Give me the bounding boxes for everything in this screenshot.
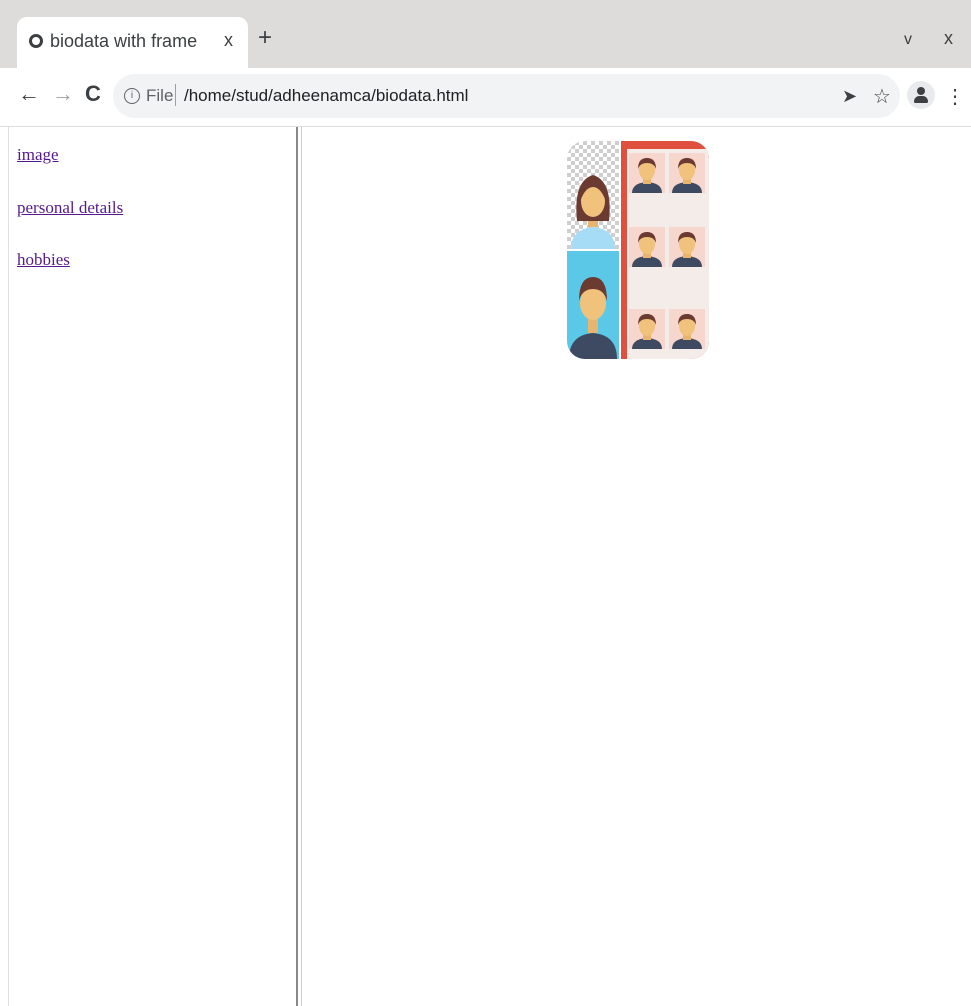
tab-title: biodata with frame	[50, 31, 198, 51]
tab-search-button[interactable]: v	[904, 31, 912, 49]
menu-kebab-icon[interactable]: ⋮	[945, 84, 965, 109]
send-icon[interactable]: ➤	[842, 86, 857, 107]
back-arrow-icon[interactable]: ←	[18, 81, 40, 107]
file-label: File	[146, 86, 174, 105]
reload-icon[interactable]: C	[85, 81, 101, 107]
link-image[interactable]: image	[17, 145, 59, 165]
left-frame: image personal details hobbies	[8, 127, 297, 1006]
new-tab-button[interactable]: +	[258, 26, 272, 50]
bookmark-star-icon[interactable]: ☆	[873, 84, 891, 109]
browser-tab[interactable]: biodata with frame x	[17, 17, 248, 68]
link-hobbies[interactable]: hobbies	[17, 250, 70, 270]
forward-arrow-icon[interactable]: →	[52, 81, 74, 107]
profile-avatar-icon[interactable]	[907, 81, 935, 109]
url-separator	[175, 84, 176, 106]
passport-photos-icon	[567, 141, 709, 359]
url-text[interactable]: /home/stud/adheenamca/biodata.html	[184, 86, 468, 106]
tab-close-button[interactable]: x	[224, 30, 233, 51]
tab-strip: biodata with frame x + v x	[0, 0, 971, 68]
info-icon[interactable]: i	[124, 88, 140, 104]
globe-icon	[29, 34, 43, 48]
link-personal-details[interactable]: personal details	[17, 198, 123, 218]
window-close-button[interactable]: x	[944, 28, 953, 49]
address-bar[interactable]: i File /home/stud/adheenamca/biodata.htm…	[113, 74, 900, 118]
right-frame	[302, 127, 971, 1006]
browser-toolbar: ← → C i File /home/stud/adheenamca/bioda…	[0, 68, 971, 127]
